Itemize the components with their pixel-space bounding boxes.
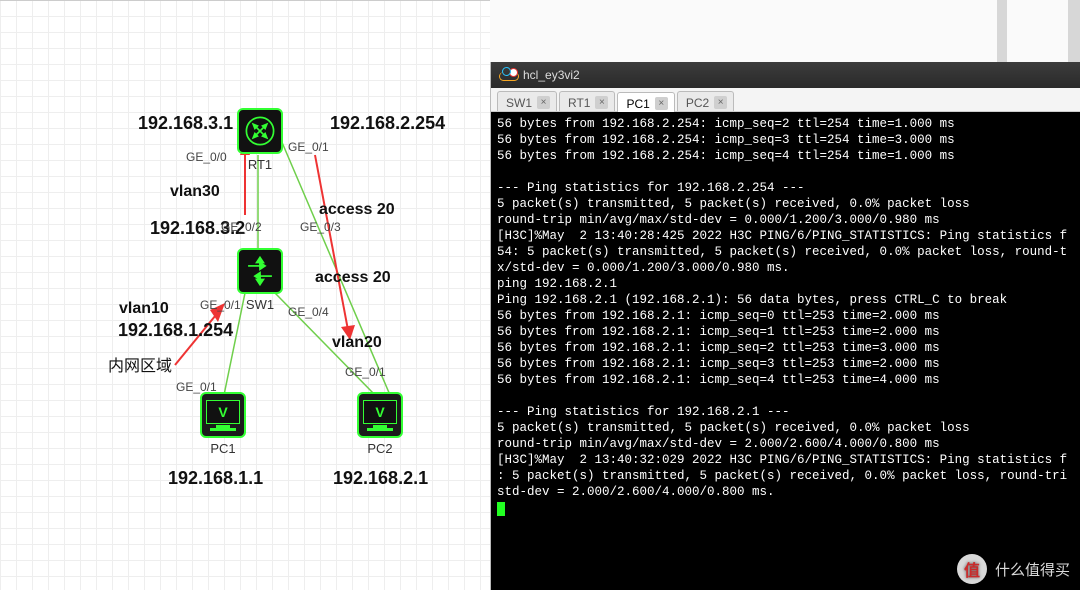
ip-label-rt1-right: 192.168.2.254 [330, 113, 445, 134]
tab-rt1[interactable]: RT1 × [559, 91, 615, 111]
tag-vlan30: vlan30 [170, 183, 220, 201]
tab-label: PC2 [686, 96, 709, 110]
tag-access20b: access 20 [315, 269, 391, 287]
port-sw1-ge02: GE_0/2 [221, 220, 262, 234]
tag-access20a: access 20 [319, 201, 395, 219]
tab-sw1[interactable]: SW1 × [497, 91, 557, 111]
port-pc2-ge01: GE_0/1 [345, 365, 386, 379]
ip-label-pc2: 192.168.2.1 [333, 468, 428, 489]
pc-icon: V [357, 392, 403, 438]
decor-bar [1068, 0, 1080, 62]
node-caption: RT1 [235, 157, 285, 172]
tab-strip: SW1 × RT1 × PC1 × PC2 × [491, 88, 1080, 112]
tab-label: RT1 [568, 96, 590, 110]
ip-label-sw1-left: 192.168.1.254 [118, 320, 233, 341]
tag-inner-net: 内网区域 [108, 352, 172, 376]
port-sw1-ge01: GE_0/1 [200, 298, 241, 312]
node-caption: PC1 [198, 441, 248, 456]
close-icon[interactable]: × [537, 96, 550, 109]
node-caption: PC2 [355, 441, 405, 456]
close-icon[interactable]: × [595, 96, 608, 109]
app-logo-icon [499, 69, 517, 81]
window-title: hcl_ey3vi2 [523, 68, 580, 82]
node-rt1[interactable]: RT1 [235, 108, 285, 172]
terminal-window: hcl_ey3vi2 SW1 × RT1 × PC1 × PC2 × 56 bytes … [490, 62, 1080, 590]
tab-pc2[interactable]: PC2 × [677, 91, 734, 111]
watermark: 值 什么值得买 [957, 554, 1070, 584]
tab-label: PC1 [626, 97, 649, 111]
close-icon[interactable]: × [714, 96, 727, 109]
pc-icon: V [200, 392, 246, 438]
ip-label-rt1-left: 192.168.3.1 [138, 113, 233, 134]
node-pc2[interactable]: V PC2 [355, 392, 405, 456]
port-rt1-ge01: GE_0/1 [288, 140, 329, 154]
ip-label-pc1: 192.168.1.1 [168, 468, 263, 489]
node-sw1[interactable]: SW1 [235, 248, 285, 312]
topology-canvas[interactable]: RT1 SW1 V PC1 V PC2 192.168.3.1 [0, 0, 490, 590]
switch-icon [237, 248, 283, 294]
close-icon[interactable]: × [655, 97, 668, 110]
port-sw1-ge04: GE_0/4 [288, 305, 329, 319]
tab-pc1[interactable]: PC1 × [617, 92, 674, 112]
router-icon [237, 108, 283, 154]
port-rt1-ge00: GE_0/0 [186, 150, 227, 164]
terminal-output[interactable]: 56 bytes from 192.168.2.254: icmp_seq=2 … [491, 112, 1080, 590]
tab-label: SW1 [506, 96, 532, 110]
watermark-text: 什么值得买 [995, 559, 1070, 580]
tag-vlan20: vlan20 [332, 334, 382, 352]
node-pc1[interactable]: V PC1 [198, 392, 248, 456]
port-pc1-ge01: GE_0/1 [176, 380, 217, 394]
tag-vlan10: vlan10 [119, 300, 169, 318]
watermark-badge-icon: 值 [957, 554, 987, 584]
window-titlebar[interactable]: hcl_ey3vi2 [491, 62, 1080, 88]
decor-bar [997, 0, 1007, 62]
port-sw1-ge03: GE_0/3 [300, 220, 341, 234]
node-caption: SW1 [235, 297, 285, 312]
